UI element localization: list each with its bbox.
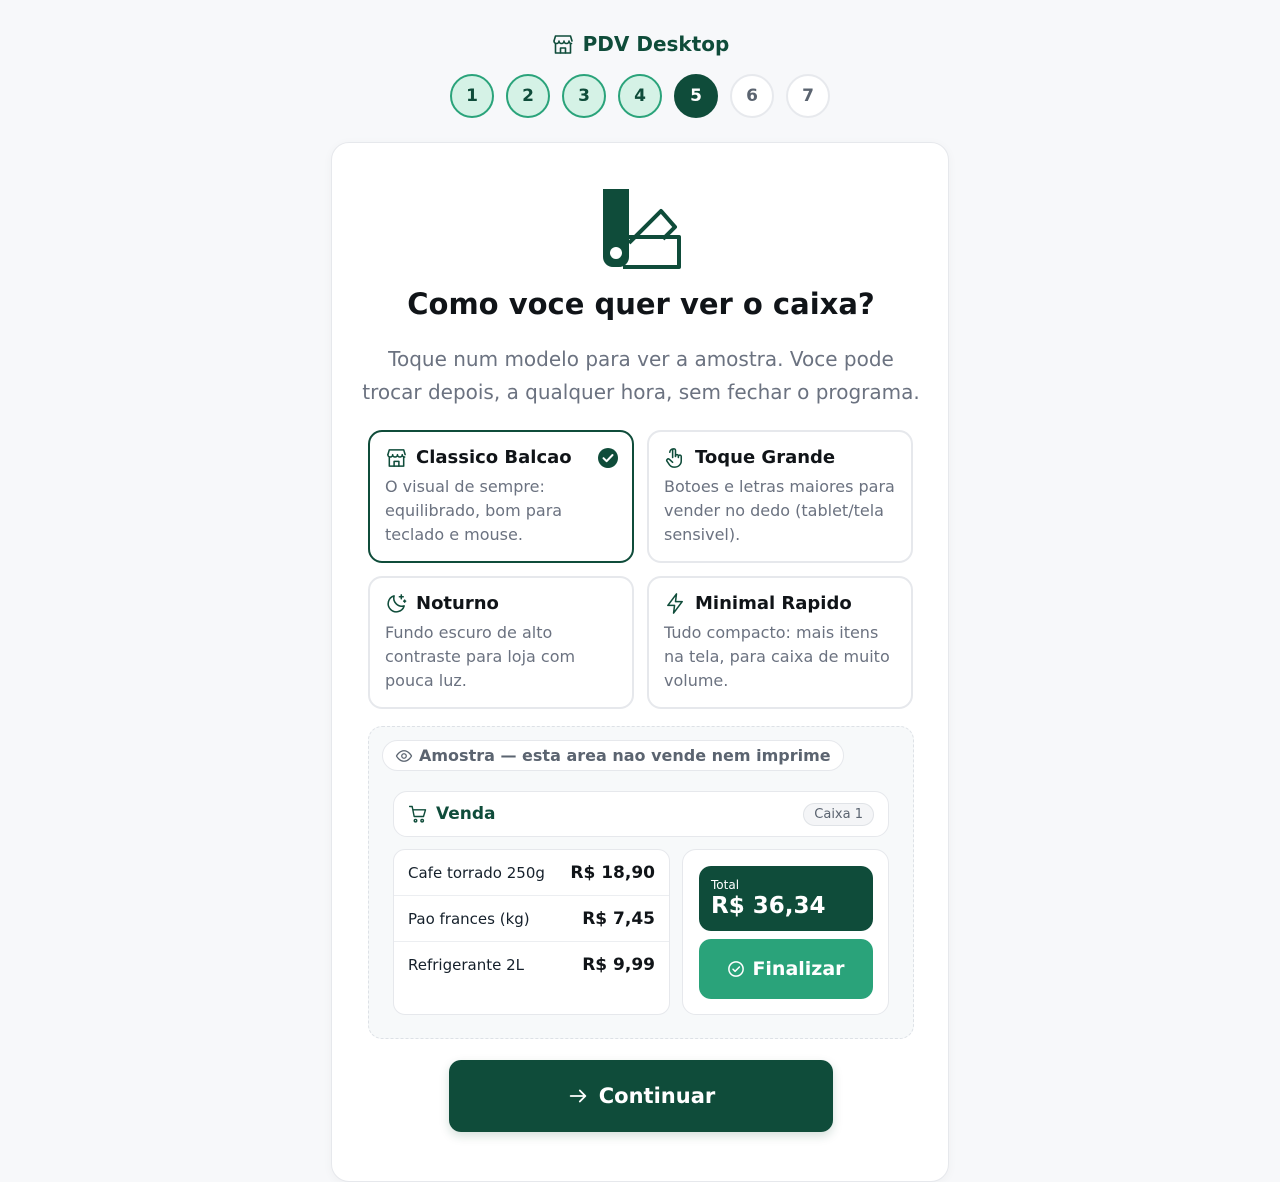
eye-icon	[395, 749, 413, 762]
option-desc: O visual de sempre: equilibrado, bom par…	[385, 477, 563, 544]
step-1[interactable]: 1	[450, 74, 494, 118]
item-price: R$ 9,99	[582, 955, 655, 975]
step-label: 2	[522, 86, 534, 106]
finalizar-label: Finalizar	[752, 958, 845, 980]
venda-label: Venda	[436, 804, 496, 824]
total-label: Total	[711, 878, 740, 892]
step-indicator: 1 2 3 4 5 6 7	[0, 74, 1280, 118]
arrow-right-icon	[569, 1089, 587, 1103]
store-icon	[387, 449, 406, 467]
step-label: 4	[634, 86, 646, 106]
option-title: Toque Grande	[695, 447, 836, 468]
page-subtitle: Toque num modelo para ver a amostra. Voc…	[362, 347, 920, 404]
check-circle-icon	[598, 448, 618, 468]
step-5[interactable]: 5	[674, 74, 718, 118]
moon-stars-icon	[387, 594, 407, 613]
step-2[interactable]: 2	[506, 74, 550, 118]
check-circle-icon	[728, 961, 745, 977]
option-desc: Fundo escuro de alto contraste para loja…	[385, 623, 576, 690]
app-title: PDV Desktop	[582, 32, 730, 56]
wizard-card: Como voce quer ver o caixa? Toque num mo…	[331, 142, 949, 1182]
option-title: Minimal Rapido	[695, 593, 852, 614]
item-name: Pao frances (kg)	[408, 909, 530, 928]
step-4[interactable]: 4	[618, 74, 662, 118]
total-value: R$ 36,34	[711, 893, 826, 919]
sale-items: Cafe torrado 250g R$ 18,90 Pao frances (…	[393, 849, 670, 1015]
total-panel: Total R$ 36,34 Finalizar	[682, 849, 889, 1015]
item-price: R$ 18,90	[570, 862, 655, 883]
cart-icon	[408, 805, 427, 823]
option-title: Noturno	[416, 593, 499, 614]
hand-pointer-icon	[666, 448, 683, 468]
step-label: 1	[466, 86, 478, 106]
total-box: Total R$ 36,34	[699, 866, 873, 931]
step-6: 6	[730, 74, 774, 118]
option-classico-balcao[interactable]: Classico Balcao O visual de sempre: equi…	[368, 430, 634, 563]
venda-bar: Venda Caixa 1	[393, 791, 889, 837]
step-7: 7	[786, 74, 830, 118]
layout-preview: Amostra — esta area nao vende nem imprim…	[368, 726, 914, 1039]
preview-badge-label: Amostra — esta area nao vende nem imprim…	[419, 746, 831, 765]
list-item: Refrigerante 2L R$ 9,99	[394, 942, 669, 988]
finalizar-button: Finalizar	[699, 939, 873, 999]
option-desc: Tudo compacto: mais itens na tela, para …	[664, 623, 890, 690]
option-toque-grande[interactable]: Toque Grande Botoes e letras maiores par…	[647, 430, 913, 563]
step-label: 7	[802, 86, 814, 106]
step-label: 3	[578, 86, 590, 106]
list-item: Pao frances (kg) R$ 7,45	[394, 896, 669, 942]
caixa-badge: Caixa 1	[803, 802, 874, 826]
option-noturno[interactable]: Noturno Fundo escuro de alto contraste p…	[368, 576, 634, 709]
continue-label: Continuar	[598, 1084, 716, 1108]
page-title: Como voce quer ver o caixa?	[407, 287, 875, 321]
item-name: Cafe torrado 250g	[408, 863, 545, 882]
option-desc: Botoes e letras maiores para vender no d…	[664, 477, 895, 544]
continue-button[interactable]: Continuar	[449, 1060, 833, 1132]
preview-badge: Amostra — esta area nao vende nem imprim…	[382, 740, 844, 771]
item-name: Refrigerante 2L	[408, 956, 524, 974]
step-label: 6	[746, 86, 758, 106]
item-price: R$ 7,45	[582, 908, 655, 929]
option-title: Classico Balcao	[416, 447, 572, 468]
layout-options: Classico Balcao O visual de sempre: equi…	[368, 430, 914, 709]
lightning-icon	[667, 593, 683, 614]
store-icon	[552, 35, 573, 54]
app-header: PDV Desktop	[0, 32, 1280, 56]
step-label: 5	[690, 86, 702, 106]
list-item: Cafe torrado 250g R$ 18,90	[394, 850, 669, 896]
option-minimal-rapido[interactable]: Minimal Rapido Tudo compacto: mais itens…	[647, 576, 913, 709]
swatchbook-icon	[603, 189, 681, 269]
step-3[interactable]: 3	[562, 74, 606, 118]
